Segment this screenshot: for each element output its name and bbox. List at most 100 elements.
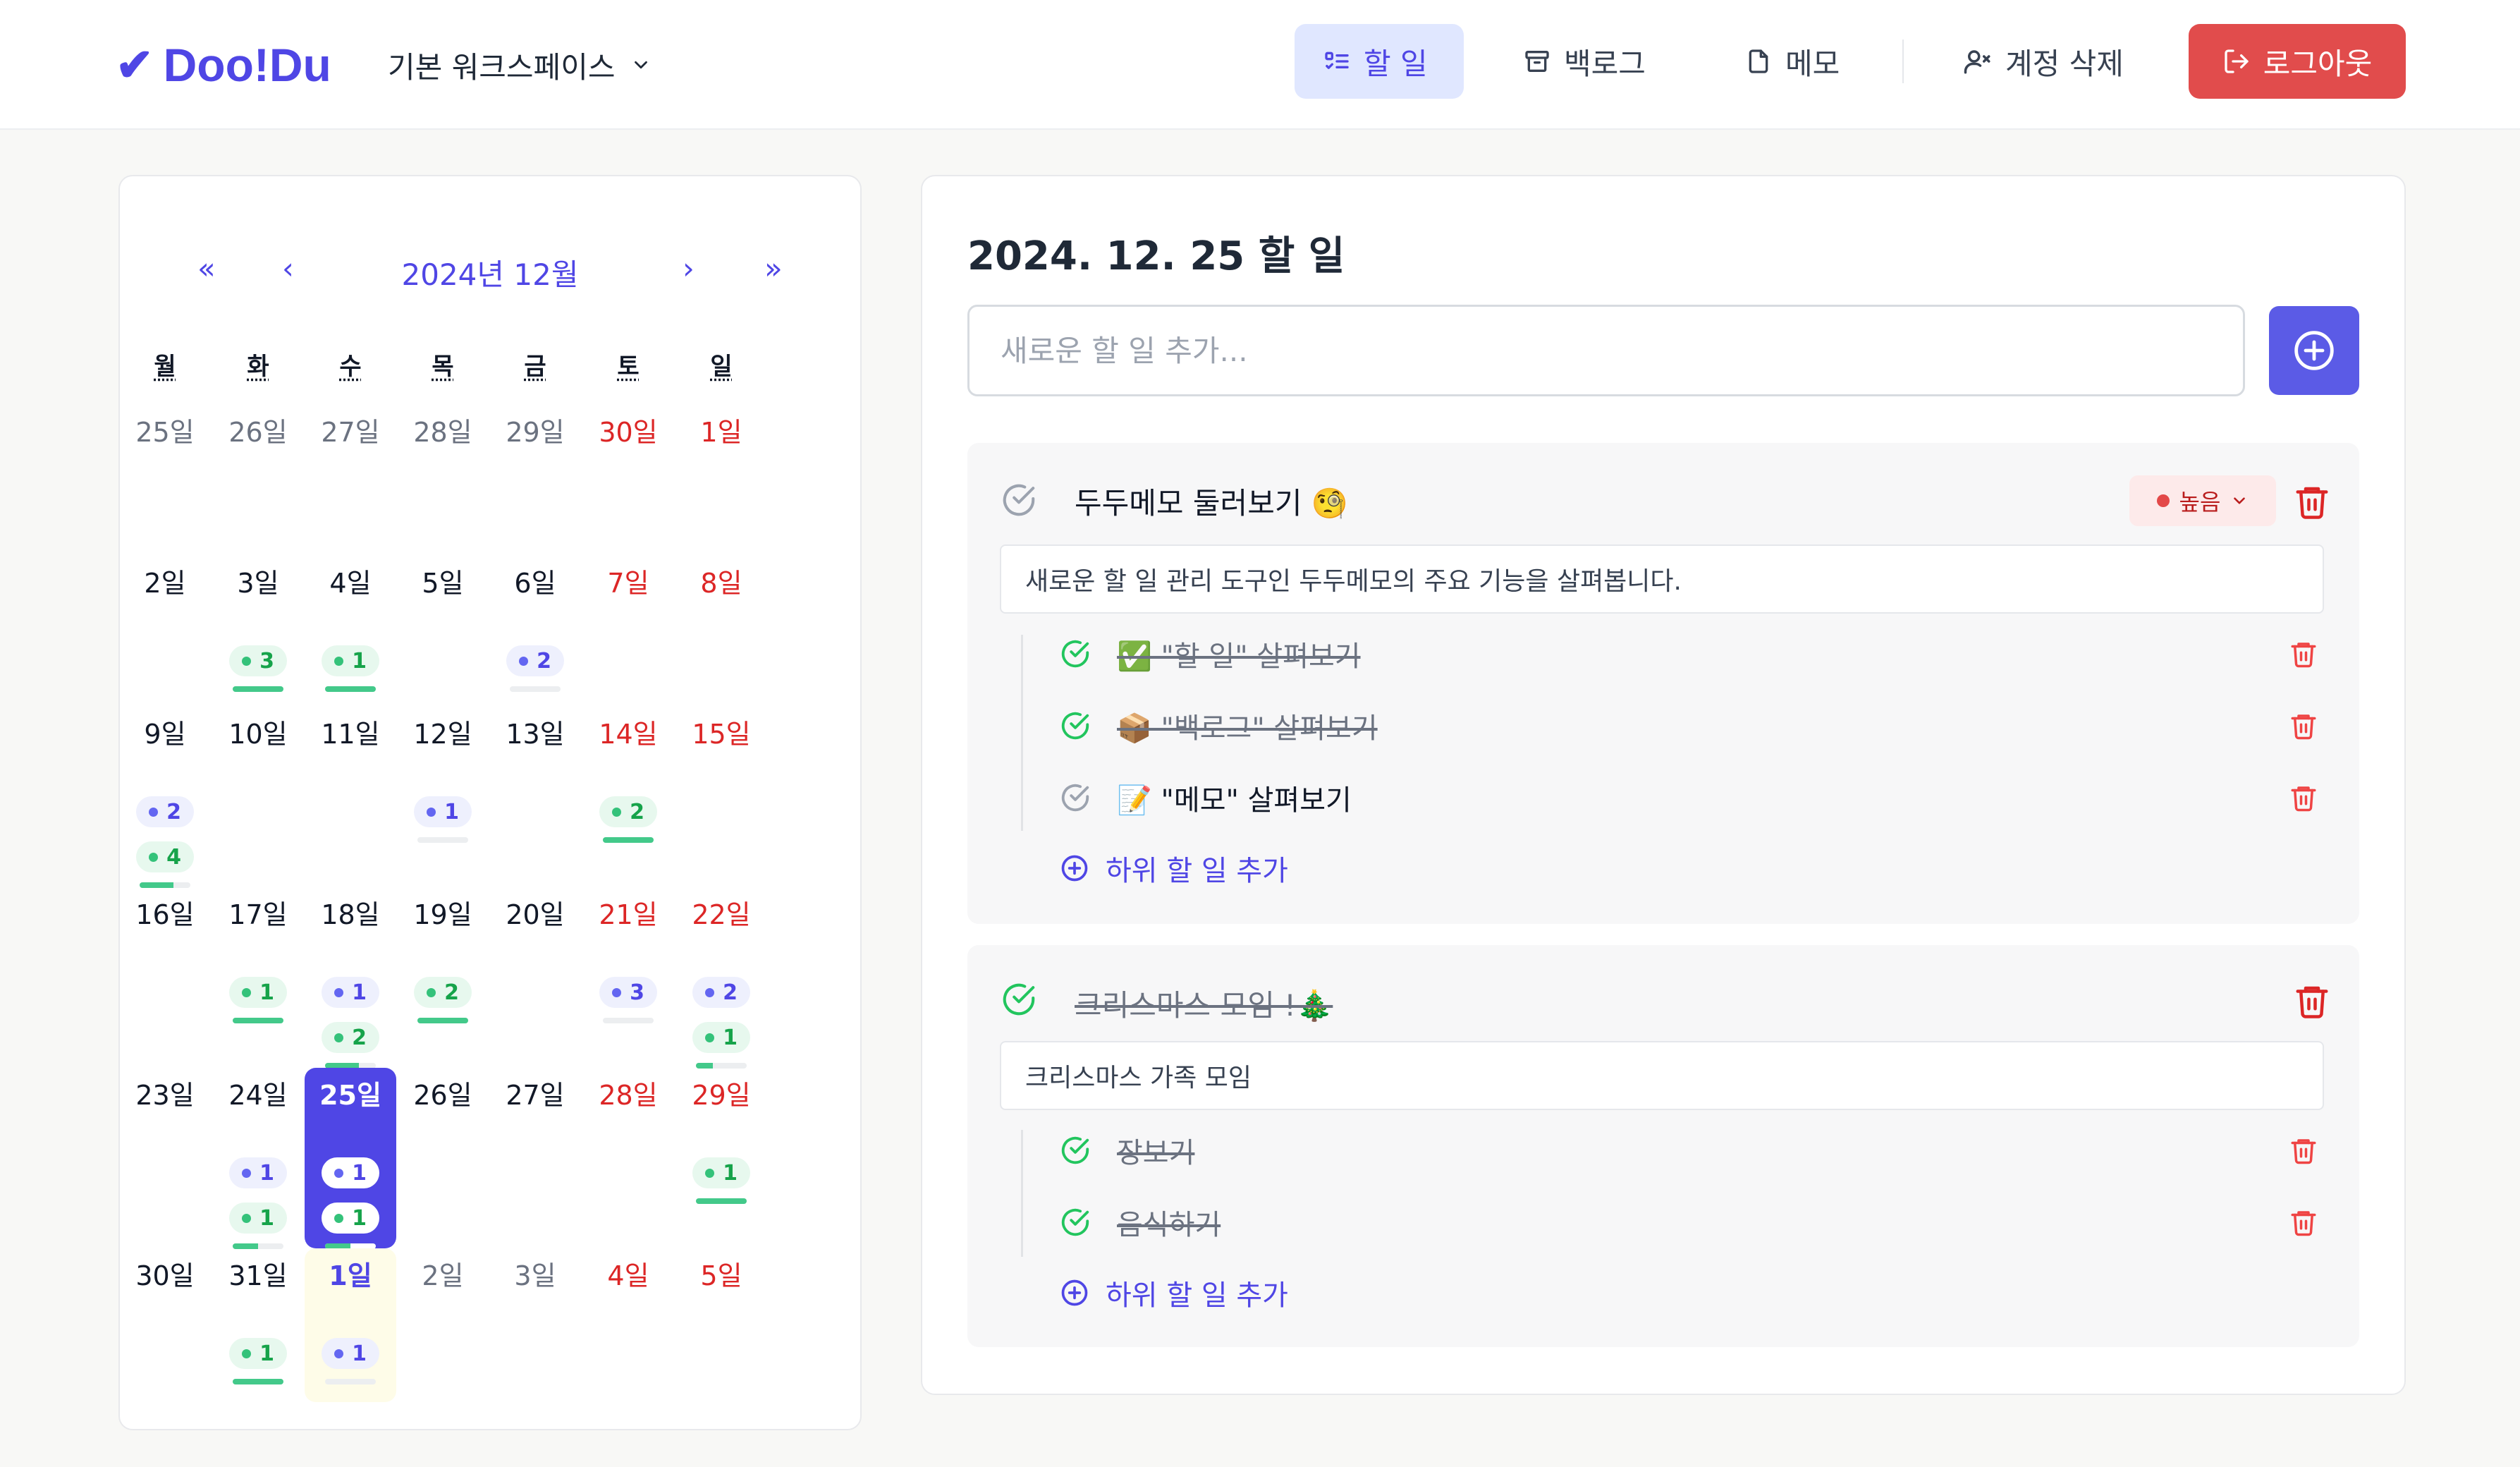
next-year-button[interactable]: »: [764, 251, 783, 286]
priority-select[interactable]: 높음: [2129, 475, 2276, 526]
calendar-day[interactable]: 28일: [582, 1068, 674, 1112]
calendar-day[interactable]: 5일: [675, 1248, 767, 1293]
trash-icon[interactable]: [2289, 1136, 2318, 1165]
calendar-day[interactable]: 25일 1 1: [305, 1068, 396, 1249]
calendar-day[interactable]: 23일: [119, 1068, 211, 1112]
calendar-day[interactable]: 29일 1: [675, 1068, 767, 1204]
day-number: 29일: [692, 1080, 751, 1111]
subtask-text[interactable]: 📦 "백로그" 살펴보기: [1117, 705, 1378, 746]
nav-todo[interactable]: 할 일: [1295, 24, 1464, 99]
calendar-day[interactable]: 3일 3: [212, 556, 304, 692]
day-progress-bar: [417, 1018, 468, 1023]
calendar-day[interactable]: 12일 1: [397, 707, 489, 843]
done-count-badge: 1: [229, 977, 287, 1008]
calendar-day[interactable]: 5일: [397, 556, 489, 600]
calendar-month-title[interactable]: 2024년 12월: [324, 251, 656, 294]
calendar-day[interactable]: 2일: [397, 1248, 489, 1293]
done-count-badge: 1: [692, 1157, 750, 1188]
logout-button[interactable]: 로그아웃: [2189, 24, 2406, 99]
calendar-day[interactable]: 16일: [119, 887, 211, 932]
subtask-text[interactable]: 📝 "메모" 살펴보기: [1117, 777, 1352, 818]
calendar-day[interactable]: 30일: [119, 1248, 211, 1293]
calendar-day[interactable]: 6일 2: [489, 556, 581, 692]
todo-title[interactable]: 두두메모 둘러보기 🧐: [1075, 480, 1348, 523]
day-progress-bar: [603, 1018, 654, 1023]
calendar-day[interactable]: 28일: [397, 405, 489, 449]
done-count-badge: 1: [229, 1203, 287, 1234]
nav-backlog[interactable]: 백로그: [1495, 24, 1674, 99]
calendar-day[interactable]: 10일: [212, 707, 304, 751]
add-subtask-button[interactable]: 하위 할 일 추가: [1059, 1272, 1288, 1313]
calendar-day[interactable]: 4일: [582, 1248, 674, 1293]
todo-title[interactable]: 크리스마스 모임 !🎄: [1075, 982, 1333, 1025]
circle-check-icon[interactable]: [1059, 638, 1093, 670]
calendar-day[interactable]: 1일: [675, 405, 767, 449]
calendar-day[interactable]: 22일 2 1: [675, 887, 767, 1069]
calendar-day[interactable]: 15일: [675, 707, 767, 751]
calendar-day[interactable]: 26일: [212, 405, 304, 449]
day-progress-fill: [233, 1018, 283, 1023]
calendar-day[interactable]: 3일: [489, 1248, 581, 1293]
subtask-text[interactable]: ✅ "할 일" 살펴보기: [1117, 633, 1361, 674]
subtask-row: 📦 "백로그" 살펴보기: [1059, 701, 1378, 750]
calendar-day[interactable]: 8일: [675, 556, 767, 600]
done-count-badge: 3: [229, 645, 287, 676]
trash-icon[interactable]: [2293, 982, 2331, 1020]
circle-check-icon[interactable]: [1059, 1206, 1093, 1238]
calendar-day[interactable]: 27일: [305, 405, 396, 449]
delete-account-button[interactable]: 계정 삭제: [1935, 24, 2152, 99]
calendar-day[interactable]: 19일 2: [397, 887, 489, 1023]
check-logo-icon: ✔: [116, 39, 154, 90]
calendar-day[interactable]: 30일: [582, 405, 674, 449]
todo-description[interactable]: 크리스마스 가족 모임: [1000, 1041, 2324, 1110]
calendar-day[interactable]: 17일 1: [212, 887, 304, 1023]
calendar-day[interactable]: 29일: [489, 405, 581, 449]
trash-icon[interactable]: [2289, 639, 2318, 669]
add-todo-button[interactable]: [2269, 306, 2359, 395]
calendar-day[interactable]: 2일: [119, 556, 211, 600]
calendar-day[interactable]: 18일 1 2: [305, 887, 396, 1069]
subtask-text[interactable]: 음식하기: [1117, 1202, 1221, 1243]
calendar-day[interactable]: 7일: [582, 556, 674, 600]
calendar-day[interactable]: 11일: [305, 707, 396, 751]
day-number: 6일: [514, 568, 556, 599]
calendar-day[interactable]: 20일: [489, 887, 581, 932]
circle-check-icon[interactable]: [1059, 710, 1093, 742]
circle-check-icon[interactable]: [1059, 1134, 1093, 1167]
calendar-day[interactable]: 1일 1: [305, 1248, 396, 1402]
calendar-day[interactable]: 26일: [397, 1068, 489, 1112]
status-dot: [242, 1168, 252, 1178]
weekday-header: 금: [524, 353, 546, 381]
day-number: 17일: [228, 899, 288, 930]
calendar-day[interactable]: 25일: [119, 405, 211, 449]
trash-icon[interactable]: [2289, 1207, 2318, 1237]
calendar-day[interactable]: 24일 1 1: [212, 1068, 304, 1249]
new-todo-input[interactable]: [967, 305, 2245, 396]
subtask-text[interactable]: 장보기: [1117, 1130, 1194, 1171]
nav-memo[interactable]: 메모: [1716, 24, 1868, 99]
trash-icon[interactable]: [2293, 482, 2331, 521]
trash-icon[interactable]: [2289, 711, 2318, 741]
calendar-day[interactable]: 27일: [489, 1068, 581, 1112]
next-month-button[interactable]: ›: [683, 251, 695, 286]
todo-description[interactable]: 새로운 할 일 관리 도구인 두두메모의 주요 기능을 살펴봅니다.: [1000, 544, 2324, 614]
day-number: 2일: [422, 1260, 464, 1291]
prev-year-button[interactable]: «: [197, 251, 216, 286]
subtask-guide-line: [1021, 1130, 1023, 1257]
calendar-day[interactable]: 21일 3: [582, 887, 674, 1023]
calendar-day[interactable]: 31일 1: [212, 1248, 304, 1384]
calendar-day[interactable]: 14일 2: [582, 707, 674, 843]
trash-icon[interactable]: [2289, 783, 2318, 812]
circle-check-icon[interactable]: [1000, 481, 1038, 519]
add-subtask-label: 하위 할 일 추가: [1106, 1279, 1288, 1312]
weekday-header: 수: [339, 353, 362, 381]
calendar-day[interactable]: 9일 2 4: [119, 707, 211, 888]
add-subtask-button[interactable]: 하위 할 일 추가: [1059, 848, 1288, 889]
circle-check-icon[interactable]: [1000, 980, 1038, 1018]
prev-month-button[interactable]: ‹: [282, 251, 294, 286]
circle-check-icon[interactable]: [1059, 781, 1093, 814]
app-logo[interactable]: ✔ Doo!Du: [116, 37, 331, 93]
workspace-selector[interactable]: 기본 워크스페이스: [388, 41, 652, 89]
calendar-day[interactable]: 4일 1: [305, 556, 396, 692]
calendar-day[interactable]: 13일: [489, 707, 581, 751]
